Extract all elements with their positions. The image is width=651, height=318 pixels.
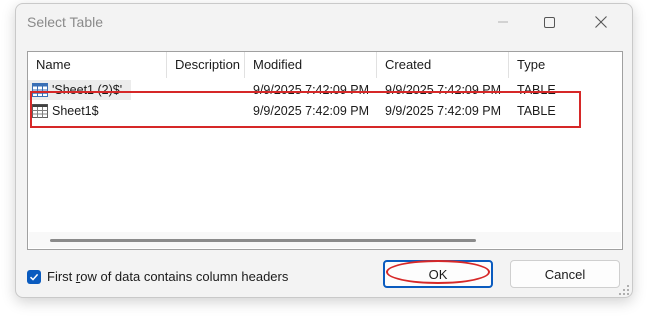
window-title: Select Table — [27, 14, 104, 30]
table-list[interactable]: Name Description Modified Created Type '… — [27, 51, 623, 250]
row-name: 'Sheet1 (2)$' — [52, 83, 123, 97]
column-header-modified[interactable]: Modified — [245, 52, 377, 78]
table-icon — [32, 83, 48, 97]
table-icon — [32, 104, 48, 118]
row-description — [167, 80, 245, 100]
row-name-cell: 'Sheet1 (2)$' — [28, 80, 131, 100]
resize-grip-icon[interactable] — [618, 284, 630, 296]
horizontal-scrollbar[interactable] — [29, 232, 621, 248]
row-modified: 9/9/2025 7:42:09 PM — [253, 104, 370, 118]
select-table-dialog: Select Table Name Description Modified C… — [15, 3, 633, 298]
table-row[interactable]: 'Sheet1 (2)$' 9/9/2025 7:42:09 PM 9/9/20… — [28, 80, 622, 100]
scrollbar-thumb[interactable] — [50, 239, 476, 242]
row-description — [167, 101, 245, 121]
column-header-created[interactable]: Created — [377, 52, 509, 78]
ok-button[interactable]: OK — [383, 260, 493, 288]
minimize-icon — [498, 21, 508, 23]
row-name-cell: Sheet1$ — [28, 101, 167, 121]
row-name: Sheet1$ — [52, 104, 99, 118]
first-row-headers-option[interactable]: First row of data contains column header… — [27, 269, 288, 284]
table-row[interactable]: Sheet1$ 9/9/2025 7:42:09 PM 9/9/2025 7:4… — [28, 101, 622, 121]
first-row-headers-label: First row of data contains column header… — [47, 269, 288, 284]
cancel-button[interactable]: Cancel — [510, 260, 620, 288]
row-type: TABLE — [517, 104, 556, 118]
maximize-button[interactable] — [526, 4, 572, 40]
column-header-type[interactable]: Type — [509, 52, 622, 78]
list-header: Name Description Modified Created Type — [28, 52, 622, 78]
checkmark-icon — [29, 273, 39, 281]
maximize-icon — [543, 16, 555, 28]
first-row-headers-checkbox[interactable] — [27, 269, 41, 284]
row-type: TABLE — [517, 83, 556, 97]
column-header-description[interactable]: Description — [167, 52, 245, 78]
row-created: 9/9/2025 7:42:09 PM — [385, 83, 502, 97]
row-created: 9/9/2025 7:42:09 PM — [385, 104, 502, 118]
label-rest: ow of data contains column headers — [80, 269, 289, 284]
row-modified: 9/9/2025 7:42:09 PM — [253, 83, 370, 97]
close-button[interactable] — [578, 4, 624, 40]
close-icon — [595, 16, 607, 28]
minimize-button[interactable] — [480, 4, 526, 40]
column-header-name[interactable]: Name — [28, 52, 167, 78]
label-prefix: First — [47, 269, 76, 284]
title-bar: Select Table — [16, 4, 632, 40]
